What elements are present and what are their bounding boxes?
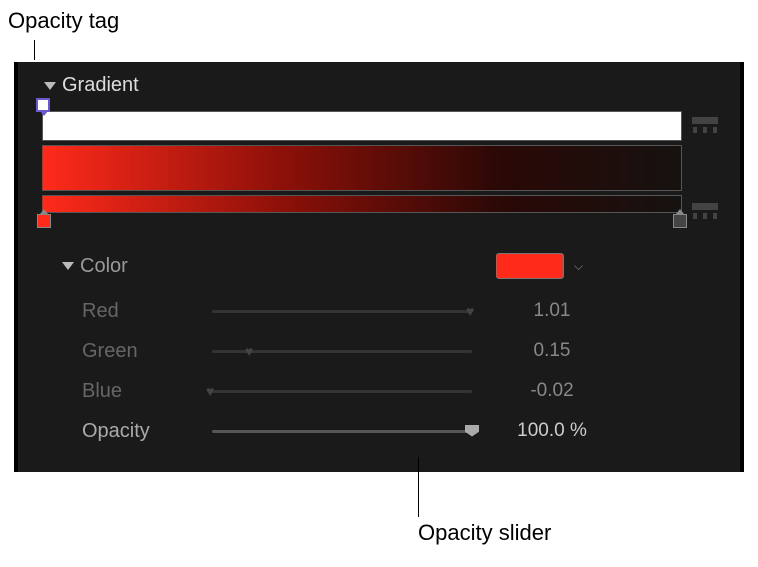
red-value[interactable]: 1.01 bbox=[492, 300, 612, 322]
blue-value[interactable]: -0.02 bbox=[492, 380, 612, 402]
color-section-title: Color bbox=[80, 255, 490, 278]
param-label-opacity: Opacity bbox=[82, 420, 212, 443]
disclosure-triangle-icon[interactable] bbox=[44, 82, 56, 90]
gradient-preview-bar[interactable] bbox=[42, 145, 682, 191]
callout-opacity-slider: Opacity slider bbox=[418, 520, 551, 546]
color-stop-right[interactable] bbox=[673, 214, 687, 228]
opacity-value[interactable]: 100.0 % bbox=[492, 420, 612, 442]
heart-handle-icon[interactable]: ♥ bbox=[466, 304, 478, 318]
color-stop-left[interactable] bbox=[37, 214, 51, 228]
opacity-bar[interactable] bbox=[42, 111, 682, 141]
param-label-blue: Blue bbox=[82, 380, 212, 403]
param-label-green: Green bbox=[82, 340, 212, 363]
green-value[interactable]: 0.15 bbox=[492, 340, 612, 362]
opacity-slider[interactable] bbox=[212, 430, 472, 433]
param-row-green: Green ♥ 0.15 bbox=[82, 331, 724, 371]
gradient-editor bbox=[30, 111, 724, 223]
color-section: Color ⌵ Red ♥ 1.01 Green ♥ 0.15 bbox=[30, 253, 724, 451]
callout-opacity-tag: Opacity tag bbox=[8, 8, 119, 34]
gradient-panel: Gradient bbox=[14, 62, 744, 472]
blue-slider[interactable]: ♥ bbox=[212, 390, 472, 393]
color-swatch[interactable] bbox=[496, 253, 564, 279]
distribute-opacity-icon[interactable] bbox=[692, 117, 718, 135]
distribute-color-icon[interactable] bbox=[692, 203, 718, 221]
callout-line bbox=[418, 457, 419, 517]
param-row-blue: Blue ♥ -0.02 bbox=[82, 371, 724, 411]
color-header-row[interactable]: Color ⌵ bbox=[62, 253, 724, 279]
heart-handle-icon[interactable]: ♥ bbox=[206, 384, 218, 398]
disclosure-triangle-icon[interactable] bbox=[62, 262, 74, 270]
color-stops-bar[interactable] bbox=[42, 195, 682, 213]
distribution-icons bbox=[692, 111, 724, 223]
param-row-red: Red ♥ 1.01 bbox=[82, 291, 724, 331]
opacity-slider-handle[interactable] bbox=[465, 425, 477, 439]
gradient-title: Gradient bbox=[62, 74, 139, 97]
chevron-down-icon[interactable]: ⌵ bbox=[574, 259, 583, 274]
gradient-bars bbox=[42, 111, 682, 223]
param-label-red: Red bbox=[82, 300, 212, 323]
param-rows: Red ♥ 1.01 Green ♥ 0.15 Blue ♥ bbox=[62, 291, 724, 451]
green-slider[interactable]: ♥ bbox=[212, 350, 472, 353]
heart-handle-icon[interactable]: ♥ bbox=[245, 344, 257, 358]
red-slider[interactable]: ♥ bbox=[212, 310, 472, 313]
opacity-tag[interactable] bbox=[36, 98, 50, 112]
param-row-opacity: Opacity 100.0 % bbox=[82, 411, 724, 451]
panel-wrapper: Gradient bbox=[8, 60, 750, 480]
gradient-header-row[interactable]: Gradient bbox=[30, 74, 724, 97]
